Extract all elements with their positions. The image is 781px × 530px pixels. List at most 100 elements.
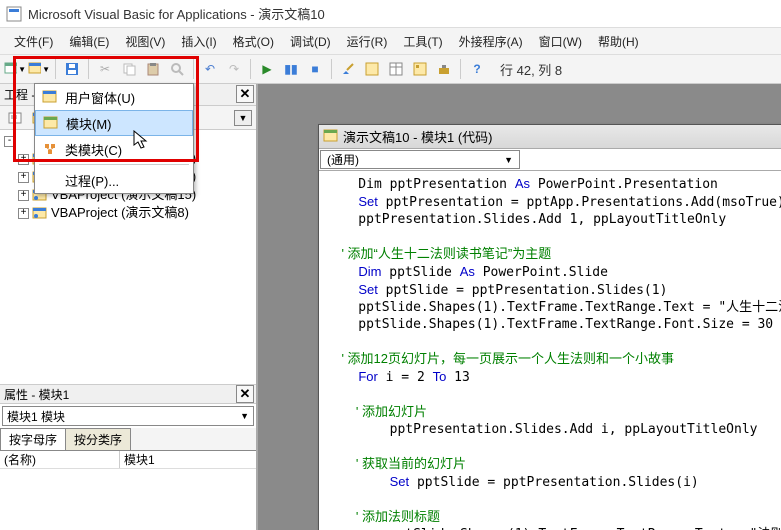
insert-userform[interactable]: 用户窗体(U) [35, 84, 193, 110]
code-window-combos: (通用) ▼ [319, 149, 781, 171]
redo-button[interactable]: ↷ [223, 58, 245, 80]
pause-icon: ▮▮ [284, 62, 297, 76]
insert-class-module[interactable]: 类模块(C) [35, 136, 193, 162]
dropdown-separator [39, 164, 189, 165]
toolbar-separator [331, 59, 332, 79]
design-icon [341, 62, 355, 76]
menu-file[interactable]: 文件(F) [8, 31, 59, 52]
properties-pane-close[interactable]: ✕ [236, 385, 254, 403]
copy-button[interactable] [118, 58, 140, 80]
help-icon: ? [473, 62, 480, 76]
menu-edit[interactable]: 编辑(E) [63, 31, 115, 52]
run-button[interactable]: ▶ [256, 58, 278, 80]
menubar: 文件(F) 编辑(E) 视图(V) 插入(I) 格式(O) 调试(D) 运行(R… [0, 28, 781, 54]
menu-format[interactable]: 格式(O) [227, 31, 280, 52]
save-button[interactable] [61, 58, 83, 80]
chevron-down-icon: ▼ [239, 113, 248, 123]
properties-pane-title: 属性 - 模块1 [4, 386, 69, 403]
cursor-position: 行 42, 列 8 [500, 60, 562, 79]
dropdown-label: 用户窗体(U) [65, 88, 135, 107]
view-icon [4, 62, 17, 76]
tab-alphabetic[interactable]: 按字母序 [0, 428, 66, 450]
menu-help[interactable]: 帮助(H) [592, 31, 645, 52]
toolbar: ▼ ▼ ✂ ↶ ↷ ▶ ▮▮ ■ ? 行 42, 列 8 用户窗体(U) 模块(… [0, 54, 781, 84]
tree-dropdown[interactable]: ▼ [234, 110, 252, 126]
code-window-icon [323, 129, 339, 145]
design-mode-button[interactable] [337, 58, 359, 80]
properties-icon [389, 62, 403, 76]
tree-toggle[interactable]: - [4, 136, 15, 147]
play-icon: ▶ [262, 62, 271, 76]
cut-button[interactable]: ✂ [94, 58, 116, 80]
property-name: (名称) [0, 451, 120, 468]
insert-module[interactable]: 模块(M) [35, 110, 193, 136]
window-title: Microsoft Visual Basic for Applications … [28, 4, 325, 23]
toolbox-button[interactable] [433, 58, 455, 80]
dropdown-label: 过程(P)... [65, 171, 119, 190]
properties-pane-header: 属性 - 模块1 ✕ [0, 384, 256, 404]
help-button[interactable]: ? [466, 58, 488, 80]
find-icon [170, 62, 184, 76]
dropdown-label: 模块(M) [66, 114, 112, 133]
menu-run[interactable]: 运行(R) [341, 31, 394, 52]
toolbar-separator [55, 59, 56, 79]
find-button[interactable] [166, 58, 188, 80]
undo-button[interactable]: ↶ [199, 58, 221, 80]
tree-toggle[interactable]: + [18, 172, 29, 183]
menu-insert[interactable]: 插入(I) [175, 31, 222, 52]
blank-icon [41, 172, 59, 188]
tree-toggle[interactable]: + [18, 154, 29, 165]
toolbar-separator [88, 59, 89, 79]
code-icon [8, 112, 22, 124]
menu-tools[interactable]: 工具(T) [397, 31, 448, 52]
project-pane-close[interactable]: ✕ [236, 85, 254, 103]
tree-label: VBAProject (演示文稿8) [51, 204, 189, 222]
paste-icon [146, 62, 160, 76]
dropdown-label: 类模块(C) [65, 140, 122, 159]
object-combo[interactable]: (通用) ▼ [320, 150, 520, 169]
cut-icon: ✂ [100, 62, 110, 76]
object-browser-button[interactable] [409, 58, 431, 80]
paste-button[interactable] [142, 58, 164, 80]
reset-button[interactable]: ■ [304, 58, 326, 80]
break-button[interactable]: ▮▮ [280, 58, 302, 80]
redo-icon: ↷ [229, 62, 239, 76]
tree-toggle[interactable]: + [18, 190, 29, 201]
project-icon [32, 206, 48, 220]
menu-view[interactable]: 视图(V) [119, 31, 171, 52]
properties-object-combo[interactable]: 模块1 模块 ▼ [2, 406, 254, 426]
copy-icon [122, 62, 136, 76]
property-value[interactable]: 模块1 [120, 451, 256, 468]
chevron-down-icon: ▼ [240, 411, 249, 421]
stop-icon: ■ [311, 62, 318, 76]
titlebar: Microsoft Visual Basic for Applications … [0, 0, 781, 28]
project-explorer-button[interactable] [361, 58, 383, 80]
menu-addins[interactable]: 外接程序(A) [453, 31, 529, 52]
toolbar-separator [193, 59, 194, 79]
code-window[interactable]: 演示文稿10 - 模块1 (代码) (通用) ▼ Dim pptPresenta… [318, 124, 781, 530]
property-row[interactable]: (名称) 模块1 [0, 451, 256, 469]
code-window-titlebar[interactable]: 演示文稿10 - 模块1 (代码) [319, 125, 781, 149]
code-editor[interactable]: Dim pptPresentation As PowerPoint.Presen… [319, 171, 781, 530]
toolbar-separator [250, 59, 251, 79]
tab-categorized[interactable]: 按分类序 [65, 428, 131, 450]
insert-procedure[interactable]: 过程(P)... [35, 167, 193, 193]
menu-window[interactable]: 窗口(W) [533, 31, 588, 52]
module-icon [42, 115, 60, 131]
project-icon [365, 62, 379, 76]
toolbar-separator [460, 59, 461, 79]
properties-button[interactable] [385, 58, 407, 80]
view-code-button[interactable] [4, 107, 26, 129]
form-icon [41, 89, 59, 105]
mdi-area: 演示文稿10 - 模块1 (代码) (通用) ▼ Dim pptPresenta… [258, 84, 781, 530]
code-window-title: 演示文稿10 - 模块1 (代码) [343, 127, 493, 146]
tree-toggle[interactable]: + [18, 208, 29, 219]
menu-debug[interactable]: 调试(D) [284, 31, 337, 52]
tree-node[interactable]: + VBAProject (演示文稿8) [4, 204, 252, 222]
properties-tabs: 按字母序 按分类序 [0, 428, 256, 451]
chevron-down-icon: ▼ [504, 155, 513, 165]
insert-dropdown-button[interactable]: ▼ [28, 58, 50, 80]
insert-dropdown-menu: 用户窗体(U) 模块(M) 类模块(C) 过程(P)... [34, 83, 194, 194]
properties-grid[interactable]: (名称) 模块1 [0, 451, 256, 530]
view-dropdown-button[interactable]: ▼ [4, 58, 26, 80]
